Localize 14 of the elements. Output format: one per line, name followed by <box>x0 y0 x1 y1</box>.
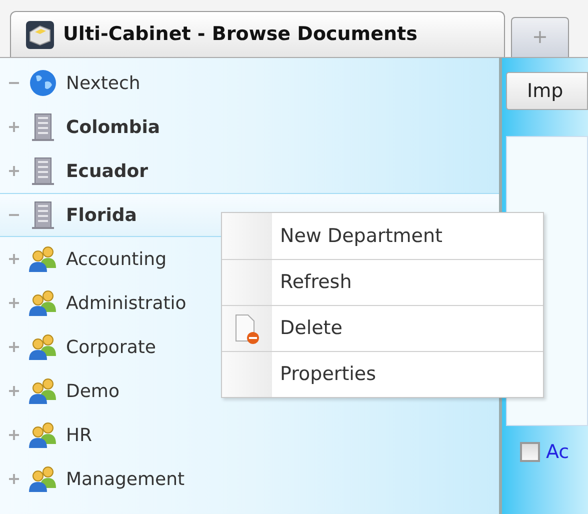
tree-label: Administratio <box>66 292 186 316</box>
tree-label: Nextech <box>66 72 140 96</box>
tree-label: Ecuador <box>66 160 148 184</box>
menu-label: Delete <box>279 316 342 342</box>
menu-label: New Department <box>279 224 442 249</box>
menu-label: Refresh <box>279 270 352 296</box>
tree-label: Colombia <box>66 116 160 140</box>
menu-label: Properties <box>279 362 376 388</box>
tree-label: Demo <box>66 380 120 404</box>
tree-label: HR <box>66 424 92 448</box>
tree-label: Management <box>66 468 185 492</box>
tree-label: Accounting <box>66 248 167 272</box>
tree-label: Corporate <box>66 336 156 360</box>
tree-label: Florida <box>66 204 137 228</box>
